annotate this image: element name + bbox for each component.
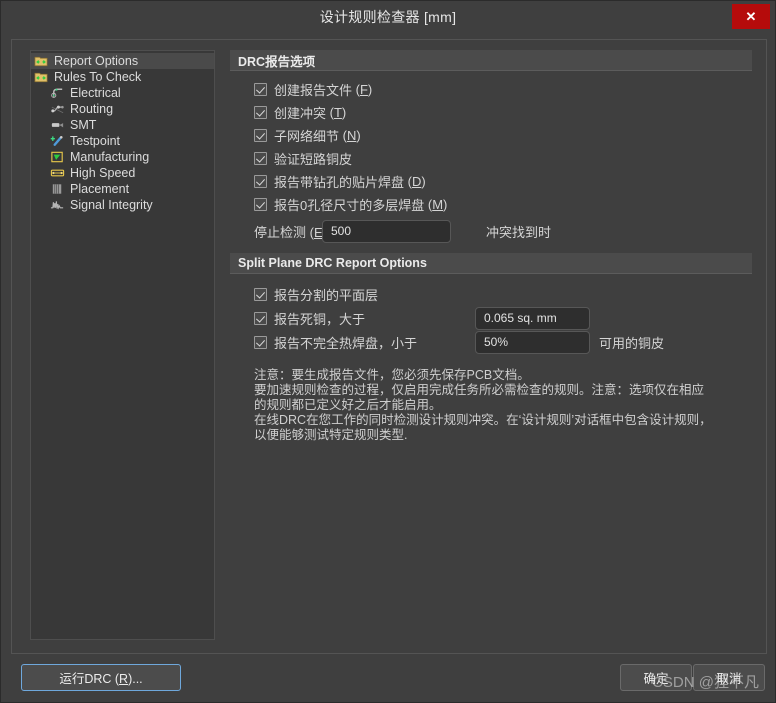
checkbox-create-violations[interactable] <box>254 106 267 119</box>
electrical-icon <box>51 88 63 98</box>
option-report-incomplete-thermal-relief[interactable]: 报告不完全热焊盘，小于 50% 可用的铜皮 <box>254 330 752 354</box>
option-accel: (D) <box>404 174 426 189</box>
placement-icon <box>52 184 62 194</box>
testpoint-icon <box>50 135 63 146</box>
sidebar-item-label: Signal Integrity <box>70 198 153 212</box>
note-line-1: 注意：要生成报告文件，您必须先保存PCB文档。 <box>254 368 530 382</box>
option-verify-shorting-copper[interactable]: 验证短路铜皮 <box>254 147 752 170</box>
options-panel: DRC报告选项 创建报告文件 (F) 创建冲突 (T) 子网络细节 (N) 验证… <box>230 50 752 640</box>
option-sub-net-details[interactable]: 子网络细节 (N) <box>254 124 752 147</box>
option-label: 报告不完全热焊盘，小于 <box>274 335 418 351</box>
sidebar-item-placement[interactable]: Placement <box>31 181 214 197</box>
option-accel: (T) <box>326 105 347 120</box>
checkbox-sub-net-details[interactable] <box>254 129 267 142</box>
option-label: 报告分割的平面层 <box>274 287 379 303</box>
sidebar-item-label: Electrical <box>70 86 121 100</box>
stop-detection-row: 停止检测 (E) 500 冲突找到时 <box>254 218 752 244</box>
option-accel: (M) <box>424 197 448 212</box>
folder-arrows-icon <box>34 56 48 67</box>
note-line-5: 以便能够测试特定规则类型. <box>254 428 408 442</box>
sidebar-item-manufacturing[interactable]: Manufacturing <box>31 149 214 165</box>
dialog-footer: 运行DRC (R)... 确定 取消 CSDN @狸不凡 <box>1 656 775 702</box>
title-bar: 设计规则检查器 [mm] ✕ <box>1 1 775 32</box>
option-report-dead-copper[interactable]: 报告死铜，大于 0.065 sq. mm <box>254 306 752 330</box>
checkbox-report-split-plane-layers[interactable] <box>254 287 267 301</box>
option-label: 报告死铜，大于 <box>274 311 366 327</box>
option-report-split-plane-layers[interactable]: 报告分割的平面层 <box>254 282 752 306</box>
sidebar-item-label: SMT <box>70 118 97 132</box>
option-label: 报告0孔径尺寸的多层焊盘 <box>274 198 425 213</box>
cancel-button[interactable]: 取消 <box>693 664 765 691</box>
ok-button[interactable]: 确定 <box>620 664 692 691</box>
checkbox-report-drilled-smt-pads[interactable] <box>254 175 267 188</box>
sidebar-item-label: Report Options <box>54 54 139 68</box>
folder-arrows-icon <box>34 72 48 83</box>
sidebar-item-testpoint[interactable]: Testpoint <box>31 133 214 149</box>
dead-copper-threshold-input[interactable]: 0.065 sq. mm <box>475 306 590 330</box>
split-plane-label-group: 报告死铜，大于 <box>254 309 475 328</box>
close-icon[interactable]: ✕ <box>732 4 770 29</box>
stop-detection-suffix: 冲突找到时 <box>485 224 551 240</box>
split-plane-section-header: Split Plane DRC Report Options <box>230 253 752 274</box>
window-title: 设计规则检查器 [mm] <box>319 8 457 25</box>
checkbox-create-report-file[interactable] <box>254 83 267 96</box>
drc-dialog-window: 设计规则检查器 [mm] ✕ Report Options Rules To C… <box>0 0 776 703</box>
split-plane-label-group: 报告分割的平面层 <box>254 285 475 304</box>
split-plane-label-group: 报告不完全热焊盘，小于 <box>254 333 475 352</box>
high-speed-icon <box>50 169 65 177</box>
drc-report-section-header: DRC报告选项 <box>230 50 752 71</box>
sidebar-item-electrical[interactable]: Electrical <box>31 85 214 101</box>
option-accel: (N) <box>339 128 361 143</box>
sidebar-item-report-options[interactable]: Report Options <box>31 53 214 69</box>
rules-tree-sidebar[interactable]: Report Options Rules To Check Electrical <box>30 50 215 640</box>
note-line-3: 的规则都已定义好之后才能启用。 <box>254 398 442 412</box>
option-accel: (F) <box>352 82 373 97</box>
stop-detection-label: 停止检测 (E) <box>254 224 327 240</box>
sidebar-item-label: Rules To Check <box>54 70 142 84</box>
option-label: 报告带钻孔的贴片焊盘 <box>274 175 405 190</box>
manufacturing-icon <box>51 151 63 163</box>
option-report-zero-hole-multilayer-pads[interactable]: 报告0孔径尺寸的多层焊盘 (M) <box>254 193 752 216</box>
sidebar-item-label: Manufacturing <box>70 150 150 164</box>
note-line-2: 要加速规则检查的过程，仅启用完成任务所必需检查的规则。注意：选项仅在相应 <box>254 383 705 397</box>
checkbox-report-incomplete-thermal-relief[interactable] <box>254 335 267 349</box>
checkbox-report-dead-copper[interactable] <box>254 311 267 325</box>
sidebar-item-label: High Speed <box>70 166 136 180</box>
option-create-report-file[interactable]: 创建报告文件 (F) <box>254 78 752 101</box>
checkbox-verify-shorting-copper[interactable] <box>254 152 267 165</box>
signal-integrity-icon <box>50 201 64 210</box>
sidebar-item-routing[interactable]: Routing <box>31 101 214 117</box>
routing-icon <box>51 105 64 114</box>
sidebar-item-signal-integrity[interactable]: Signal Integrity <box>31 197 214 213</box>
thermal-relief-suffix: 可用的铜皮 <box>599 335 665 351</box>
note-text-block: 注意：要生成报告文件，您必须先保存PCB文档。 要加速规则检查的过程，仅启用完成… <box>254 368 744 443</box>
sidebar-item-label: Placement <box>70 182 130 196</box>
thermal-relief-threshold-input[interactable]: 50% <box>475 330 590 354</box>
note-line-4: 在线DRC在您工作的同时检测设计规则冲突。在‘设计规则’对话框中包含设计规则， <box>254 413 712 427</box>
stop-detection-input[interactable]: 500 <box>322 220 451 243</box>
option-report-drilled-smt-pads[interactable]: 报告带钻孔的贴片焊盘 (D) <box>254 170 752 193</box>
checkbox-report-zero-hole-multilayer-pads[interactable] <box>254 198 267 211</box>
run-drc-button[interactable]: 运行DRC (R)... <box>21 664 181 691</box>
sidebar-item-label: Routing <box>70 102 114 116</box>
option-label: 创建报告文件 <box>274 83 353 98</box>
option-label: 子网络细节 <box>274 129 340 144</box>
option-create-violations[interactable]: 创建冲突 (T) <box>254 101 752 124</box>
dialog-body: Report Options Rules To Check Electrical <box>11 39 767 654</box>
sidebar-item-smt[interactable]: SMT <box>31 117 214 133</box>
sidebar-item-rules-to-check[interactable]: Rules To Check <box>31 69 214 85</box>
sidebar-item-label: Testpoint <box>70 134 121 148</box>
sidebar-item-high-speed[interactable]: High Speed <box>31 165 214 181</box>
smt-icon <box>51 123 64 128</box>
option-label: 创建冲突 <box>274 106 327 121</box>
option-label: 验证短路铜皮 <box>274 152 353 167</box>
